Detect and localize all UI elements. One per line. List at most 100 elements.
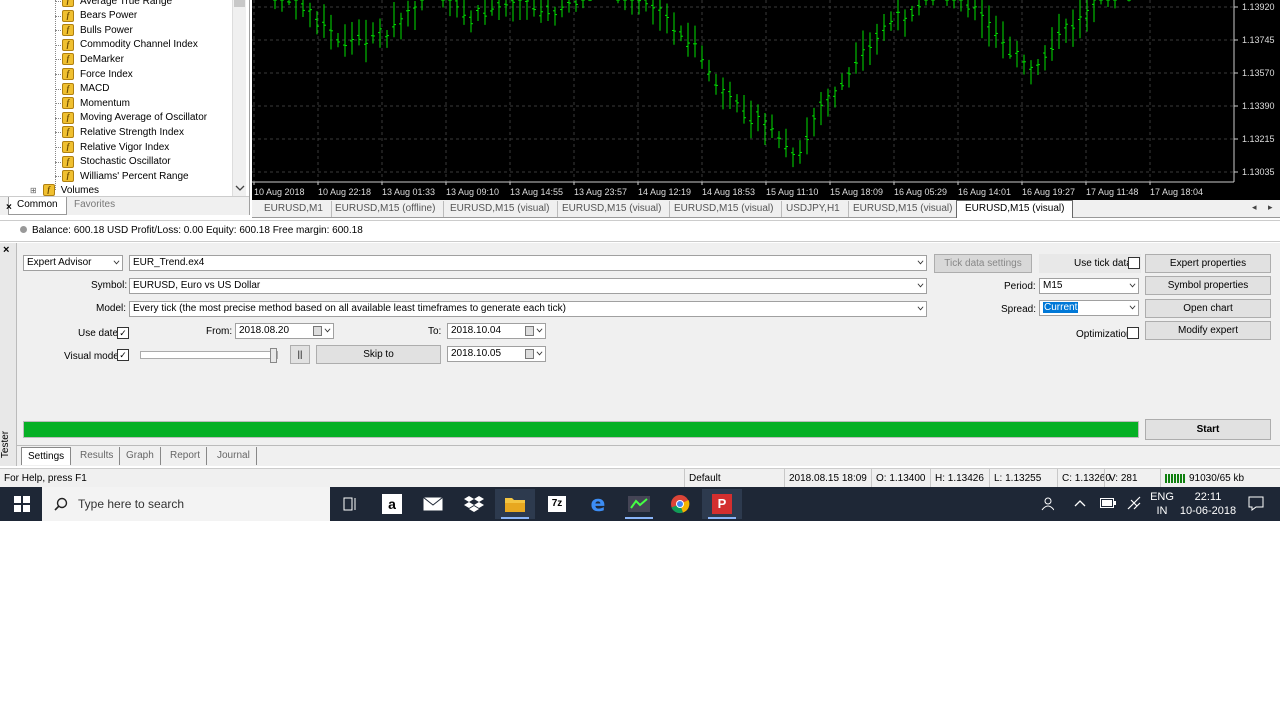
slider-handle[interactable]	[270, 348, 277, 363]
indicator-icon: f	[62, 68, 74, 80]
tick-data-settings-button[interactable]: Tick data settings	[934, 254, 1032, 273]
chart-tab[interactable]: EURUSD,M15 (offline)	[327, 201, 445, 217]
indicator-item[interactable]: f Momentum	[55, 96, 130, 110]
chevron-down-icon[interactable]	[536, 327, 543, 334]
tab-results[interactable]: Results	[74, 447, 121, 465]
tab-settings[interactable]: Settings	[21, 447, 72, 465]
tab-journal[interactable]: Journal	[211, 447, 257, 465]
indicator-item[interactable]: f Bulls Power	[55, 23, 133, 37]
expert-select[interactable]: EUR_Trend.ex4	[129, 255, 927, 271]
navigator-scrollbar[interactable]	[232, 0, 246, 196]
modify-expert-button[interactable]: Modify expert	[1145, 321, 1271, 340]
battery-icon[interactable]	[1100, 498, 1116, 508]
model-select[interactable]: Every tick (the most precise method base…	[129, 301, 927, 317]
chart-tab[interactable]: EURUSD,M15 (visual)	[845, 201, 962, 217]
calendar-icon[interactable]	[525, 326, 534, 336]
use-tick-data-checkbox[interactable]	[1128, 257, 1140, 269]
indicator-icon: f	[62, 111, 74, 124]
tab-favorites[interactable]: Favorites	[66, 197, 123, 215]
period-select[interactable]: M15	[1039, 278, 1139, 294]
open-chart-button[interactable]: Open chart	[1145, 299, 1271, 318]
symbol-select[interactable]: EURUSD, Euro vs US Dollar	[129, 278, 927, 294]
tab-scroll-right-icon[interactable]: ▸	[1268, 202, 1273, 213]
start-button[interactable]	[2, 489, 42, 519]
navigator-tabs: Common Favorites	[0, 196, 249, 215]
indicator-item[interactable]: f Williams' Percent Range	[55, 169, 189, 183]
edge-browser-button[interactable]: e	[578, 489, 618, 519]
taskbar-clock[interactable]: 22:11 10-06-2018	[1178, 490, 1238, 518]
skip-date-picker[interactable]: 2018.10.05	[447, 346, 546, 362]
notifications-icon[interactable]	[1248, 496, 1264, 511]
time-label: 16 Aug 19:27	[1022, 187, 1075, 197]
tab-report[interactable]: Report	[164, 447, 208, 465]
indicator-item[interactable]: f Force Index	[55, 67, 133, 81]
tab-scroll-left-icon[interactable]: ◂	[1252, 202, 1257, 213]
chevron-up-icon[interactable]	[1074, 499, 1086, 507]
network-icon[interactable]	[1126, 496, 1142, 510]
start-button[interactable]: Start	[1145, 419, 1271, 440]
amazon-app-button[interactable]: a	[372, 489, 412, 519]
skip-to-button[interactable]: Skip to	[316, 345, 441, 364]
optimization-checkbox[interactable]	[1127, 327, 1139, 339]
connection-status[interactable]: 91030/65 kb	[1160, 469, 1244, 488]
calendar-icon[interactable]	[525, 349, 534, 359]
status-bar: For Help, press F1 Default 2018.08.15 18…	[0, 468, 1280, 488]
chevron-down-icon	[1129, 305, 1136, 310]
to-date-picker[interactable]: 2018.10.04	[447, 323, 546, 339]
close-icon[interactable]: ×	[3, 244, 9, 256]
scroll-thumb[interactable]	[234, 0, 245, 7]
indicator-item[interactable]: f Relative Vigor Index	[55, 140, 169, 154]
close-icon[interactable]: ×	[6, 202, 12, 213]
price-chart[interactable]: 1.13920 1.13745 1.13570 1.13390 1.13215 1.130…	[252, 0, 1280, 200]
calendar-icon[interactable]	[313, 326, 322, 336]
file-explorer-button[interactable]	[495, 489, 535, 519]
taskbar-search-box[interactable]: Type here to search	[42, 487, 330, 521]
indicator-item[interactable]: f Stochastic Oscillator	[55, 155, 171, 169]
indicator-item[interactable]: f MACD	[55, 82, 109, 96]
visual-mode-checkbox[interactable]: ✓	[117, 349, 129, 361]
select-value: EUR_Trend.ex4	[133, 257, 205, 268]
task-view-button[interactable]	[330, 489, 370, 519]
chart-tab[interactable]: EURUSD,M1	[256, 201, 332, 217]
pause-button[interactable]: ||	[290, 345, 310, 364]
indicator-item[interactable]: f Average True Range	[55, 0, 172, 8]
indicator-item[interactable]: f Bears Power	[55, 9, 137, 23]
tree-connector	[55, 74, 61, 75]
chart-tab[interactable]: EURUSD,M15 (visual)	[442, 201, 559, 217]
people-icon[interactable]	[1040, 497, 1054, 511]
price-label: 1.13390	[1242, 101, 1275, 111]
speed-slider[interactable]	[140, 348, 278, 363]
chart-tab[interactable]: EURUSD,M15 (visual)	[666, 201, 783, 217]
expert-properties-button[interactable]: Expert properties	[1145, 254, 1271, 273]
chevron-down-icon[interactable]	[324, 327, 331, 334]
7zip-app-button[interactable]: 7z	[537, 489, 577, 519]
indicator-item[interactable]: f Moving Average of Oscillator	[55, 111, 207, 125]
chart-tab-active[interactable]: EURUSD,M15 (visual)	[956, 200, 1074, 218]
indicator-item[interactable]: f DeMarker	[55, 52, 124, 66]
indicator-item[interactable]: f Relative Strength Index	[55, 125, 184, 139]
indicator-item[interactable]: f Commodity Channel Index	[55, 38, 198, 52]
input-language-indicator[interactable]: ENG IN	[1148, 490, 1176, 518]
tab-common[interactable]: Common	[8, 197, 67, 215]
chart-tab[interactable]: EURUSD,M15 (visual)	[554, 201, 671, 217]
chevron-down-icon[interactable]	[235, 184, 245, 192]
symbol-properties-button[interactable]: Symbol properties	[1145, 276, 1271, 295]
spread-select[interactable]: Current	[1039, 300, 1139, 316]
chart-tab[interactable]: USDJPY,H1	[778, 201, 849, 217]
tab-graph[interactable]: Graph	[120, 447, 161, 465]
windows-logo-icon	[14, 496, 30, 512]
from-date-picker[interactable]: 2018.08.20	[235, 323, 334, 339]
metatrader-app-button[interactable]	[619, 489, 659, 519]
dropbox-app-button[interactable]	[454, 489, 494, 519]
chrome-browser-button[interactable]	[660, 489, 700, 519]
tree-node-volumes[interactable]: ⊞ f Volumes	[30, 183, 99, 197]
tester-type-select[interactable]: Expert Advisor	[23, 255, 123, 271]
use-date-checkbox[interactable]: ✓	[117, 327, 129, 339]
chart-canvas[interactable]: 1.13920 1.13745 1.13570 1.13390 1.13215 1.130…	[252, 0, 1280, 200]
mail-app-button[interactable]	[413, 489, 453, 519]
expand-icon[interactable]: ⊞	[30, 186, 37, 195]
chevron-down-icon[interactable]	[536, 350, 543, 357]
presentation-app-button[interactable]: P	[702, 489, 742, 519]
bar-volume: V: 281	[1104, 469, 1138, 488]
select-value: Current	[1043, 302, 1079, 313]
